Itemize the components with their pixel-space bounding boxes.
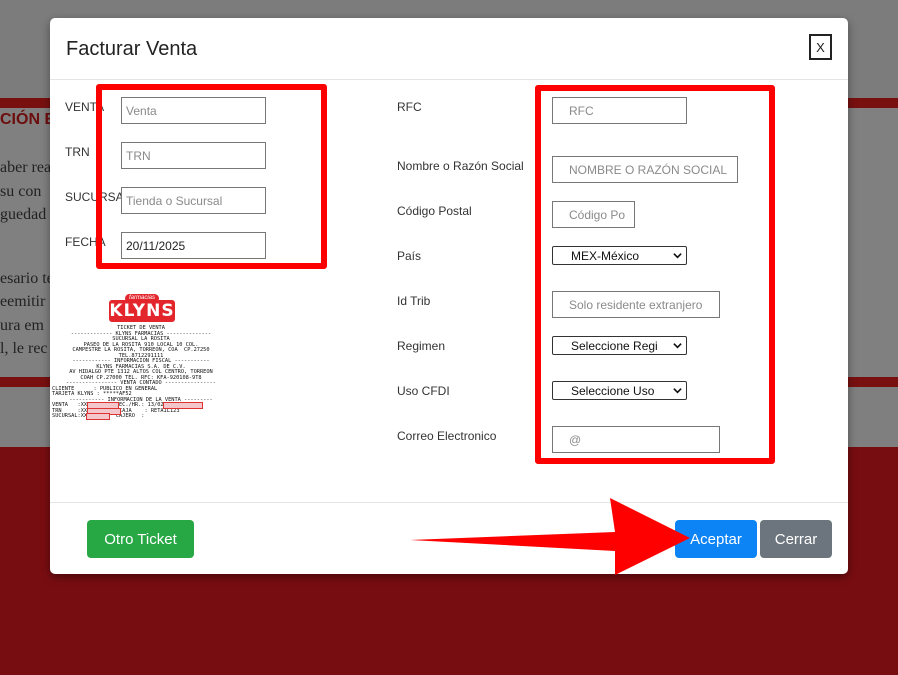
highlight-box-left (96, 84, 327, 269)
trn-label: TRN (65, 145, 90, 159)
pais-label: País (397, 249, 422, 263)
highlight-box-right (535, 85, 775, 464)
ticket-highlight-trn (87, 407, 121, 415)
background-text-line: guedad (0, 206, 47, 223)
background-text-line: su con (0, 183, 42, 200)
ticket-highlight-fecha (163, 402, 203, 409)
facturar-modal: Facturar Venta X VENTA Venta TRN TRN SUC… (50, 18, 848, 574)
modal-title: Facturar Venta (66, 38, 198, 60)
nombre-label: Nombre o Razón Social (397, 159, 524, 173)
ticket-highlight-sucursal (86, 413, 110, 420)
uso-cfdi-label: Uso CFDI (397, 384, 450, 398)
background-text-line: l, le rec (0, 340, 48, 357)
modal-header: Facturar Venta X (50, 18, 848, 80)
background-text-line: aber rea (0, 159, 52, 176)
logo-wordmark: KLYNS (109, 300, 175, 322)
klyns-logo: farmacias KLYNS (107, 294, 177, 324)
background-text-line: ura em (0, 317, 44, 334)
correo-label: Correo Electronico (397, 429, 497, 443)
arrow-annotation-icon (410, 498, 690, 575)
codigo-postal-label: Código Postal (397, 204, 472, 218)
ticket-example-image: farmacias KLYNS TICKET DE VENTA --------… (52, 294, 230, 454)
close-button[interactable]: X (809, 34, 832, 60)
background-text-line: esario te (0, 270, 54, 287)
id-trib-label: Id Trib (397, 294, 431, 308)
background-heading: CIÓN E (0, 111, 56, 128)
otro-ticket-button[interactable]: Otro Ticket (87, 520, 194, 558)
background-text-line: eemitir (0, 293, 46, 310)
rfc-label: RFC (397, 100, 422, 114)
ticket-line: SUCURSAL:XXXXX CAJERO : (52, 413, 145, 419)
ticket-highlight-venta (87, 402, 119, 409)
regimen-label: Regimen (397, 339, 446, 353)
cerrar-button[interactable]: Cerrar (760, 520, 832, 558)
